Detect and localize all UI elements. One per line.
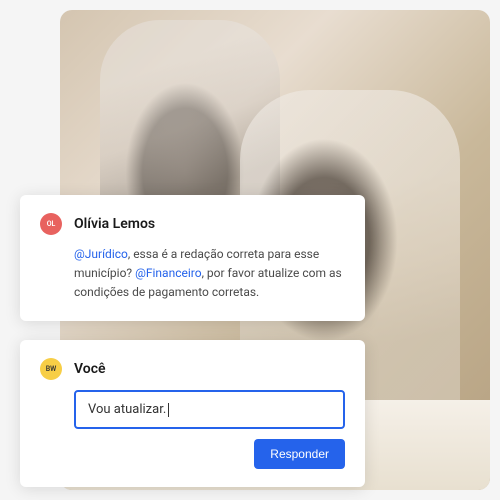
- reply-input-value: Vou atualizar.: [88, 402, 166, 417]
- reply-actions: Responder: [40, 439, 345, 469]
- comment-header: BW Você: [40, 358, 345, 380]
- comment-header: OL Olívia Lemos: [40, 213, 345, 235]
- reply-card: BW Você Vou atualizar. Responder: [20, 340, 365, 487]
- reply-input[interactable]: Vou atualizar.: [74, 390, 345, 429]
- mention[interactable]: @Jurídico: [74, 247, 128, 261]
- comment-card: OL Olívia Lemos @Jurídico, essa é a reda…: [20, 195, 365, 321]
- avatar: OL: [40, 213, 62, 235]
- text-cursor: [168, 403, 169, 417]
- comment-body: @Jurídico, essa é a redação correta para…: [40, 245, 345, 303]
- avatar: BW: [40, 358, 62, 380]
- mention[interactable]: @Financeiro: [135, 266, 201, 280]
- author-name: Olívia Lemos: [74, 216, 155, 232]
- author-name: Você: [74, 361, 106, 377]
- reply-button[interactable]: Responder: [254, 439, 345, 469]
